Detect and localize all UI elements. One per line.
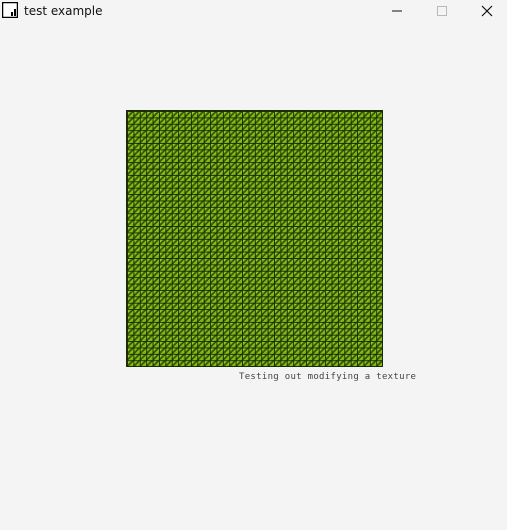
minimize-button[interactable]: [375, 0, 419, 22]
app-window-icon: [1, 1, 19, 19]
maximize-icon: [436, 2, 448, 21]
title-bar[interactable]: test example: [0, 0, 507, 22]
texture-caption: Testing out modifying a texture: [239, 372, 417, 382]
texture-grid-overlay: [127, 111, 382, 366]
render-canvas[interactable]: Testing out modifying a texture: [0, 22, 507, 530]
window-title: test example: [24, 4, 103, 18]
maximize-button[interactable]: [420, 0, 464, 22]
close-button[interactable]: [465, 0, 507, 22]
modified-texture: [126, 110, 383, 367]
minimize-icon: [391, 2, 403, 21]
app-window: test example Testing out modifying a tex…: [0, 0, 507, 530]
close-icon: [481, 2, 493, 21]
